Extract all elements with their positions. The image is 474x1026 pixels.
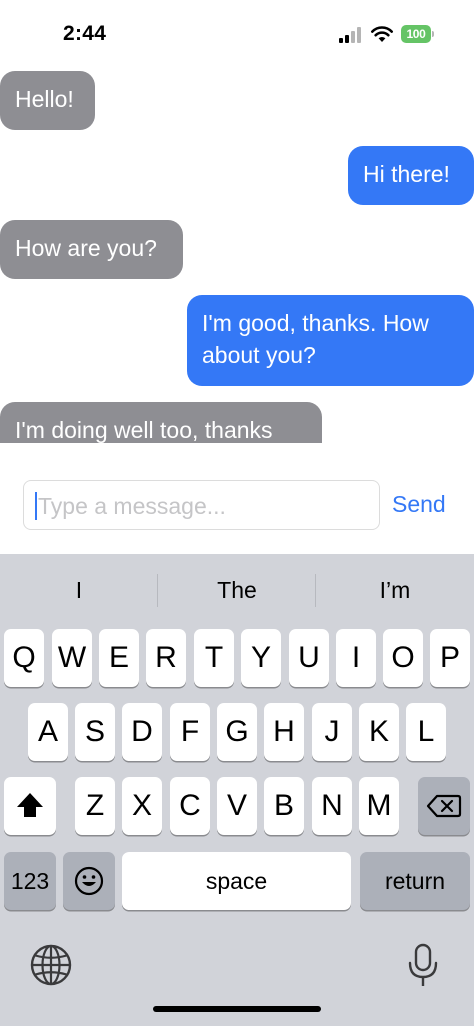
battery-level: 100 — [401, 25, 431, 43]
message-bubble-sent: Hi there! — [348, 146, 474, 205]
key-w[interactable]: W — [52, 629, 92, 687]
numbers-key[interactable]: 123 — [4, 852, 56, 910]
key-r[interactable]: R — [146, 629, 186, 687]
space-key[interactable]: space — [122, 852, 351, 910]
key-b[interactable]: B — [264, 777, 304, 835]
key-m[interactable]: M — [359, 777, 399, 835]
battery-tip — [432, 31, 434, 37]
emoji-key[interactable] — [63, 852, 115, 910]
key-c[interactable]: C — [170, 777, 210, 835]
key-y[interactable]: Y — [241, 629, 281, 687]
backspace-icon — [426, 794, 462, 818]
key-e[interactable]: E — [99, 629, 139, 687]
wifi-icon — [371, 26, 393, 42]
suggestion-item[interactable]: I — [0, 572, 158, 608]
key-n[interactable]: N — [312, 777, 352, 835]
key-j[interactable]: J — [312, 703, 352, 761]
globe-icon[interactable] — [29, 943, 73, 987]
status-bar: 2:44 100 — [0, 0, 474, 64]
emoji-icon — [74, 866, 104, 896]
key-h[interactable]: H — [264, 703, 304, 761]
microphone-icon[interactable] — [403, 942, 443, 990]
send-button[interactable]: Send — [392, 489, 446, 519]
message-bubble-received: Hello! — [0, 71, 95, 130]
return-key[interactable]: return — [360, 852, 470, 910]
composer-bar: Type a message... Send — [0, 443, 474, 554]
home-indicator[interactable] — [153, 1006, 321, 1012]
battery-indicator: 100 — [401, 25, 434, 43]
cellular-signal-icon — [339, 27, 361, 43]
key-q[interactable]: Q — [4, 629, 44, 687]
key-g[interactable]: G — [217, 703, 257, 761]
key-x[interactable]: X — [122, 777, 162, 835]
message-bubble-received: I'm doing well too, thanks — [0, 402, 322, 443]
key-v[interactable]: V — [217, 777, 257, 835]
key-f[interactable]: F — [170, 703, 210, 761]
key-u[interactable]: U — [289, 629, 329, 687]
message-bubble-received: How are you? — [0, 220, 183, 279]
shift-icon — [17, 793, 43, 817]
message-bubble-sent: I'm good, thanks. How about you? — [187, 295, 474, 386]
backspace-key[interactable] — [418, 777, 470, 835]
message-input-placeholder: Type a message... — [38, 493, 226, 519]
key-d[interactable]: D — [122, 703, 162, 761]
keyboard: I The I’m Q W E R T Y U I O P A S D F G … — [0, 554, 474, 1026]
key-p[interactable]: P — [430, 629, 470, 687]
key-a[interactable]: A — [28, 703, 68, 761]
message-list[interactable]: Hello! Hi there! How are you? I'm good, … — [0, 64, 474, 443]
message-input[interactable]: Type a message... — [23, 480, 380, 530]
key-s[interactable]: S — [75, 703, 115, 761]
key-i[interactable]: I — [336, 629, 376, 687]
predictive-suggestions: I The I’m — [0, 554, 474, 626]
key-t[interactable]: T — [194, 629, 234, 687]
status-time: 2:44 — [63, 22, 107, 45]
text-cursor — [35, 492, 37, 520]
key-z[interactable]: Z — [75, 777, 115, 835]
messaging-screen: 2:44 100 Hello! Hi there! How are you? I… — [0, 0, 474, 1026]
key-k[interactable]: K — [359, 703, 399, 761]
key-o[interactable]: O — [383, 629, 423, 687]
suggestion-item[interactable]: The — [158, 572, 316, 608]
suggestion-item[interactable]: I’m — [316, 572, 474, 608]
key-l[interactable]: L — [406, 703, 446, 761]
shift-key[interactable] — [4, 777, 56, 835]
